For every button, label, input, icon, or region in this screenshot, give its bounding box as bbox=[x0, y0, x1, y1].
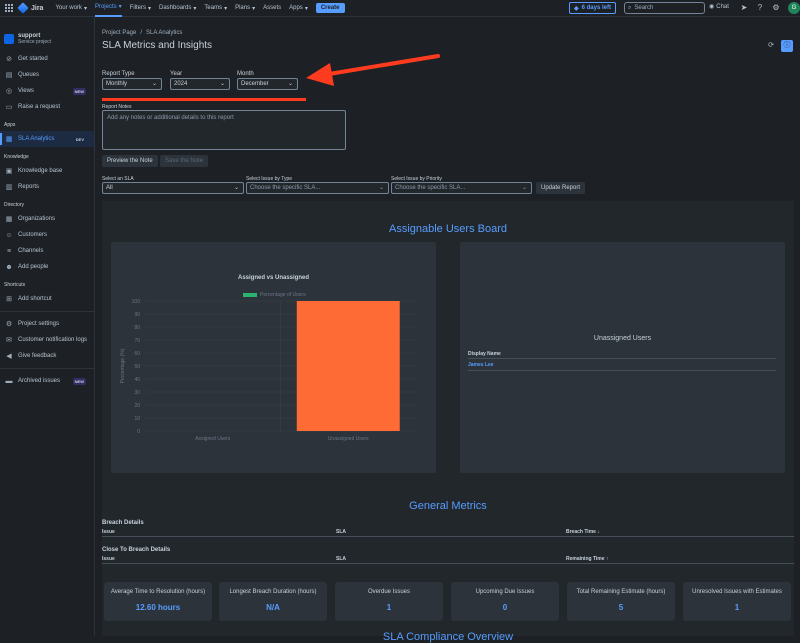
annotation-arrow bbox=[102, 54, 440, 101]
